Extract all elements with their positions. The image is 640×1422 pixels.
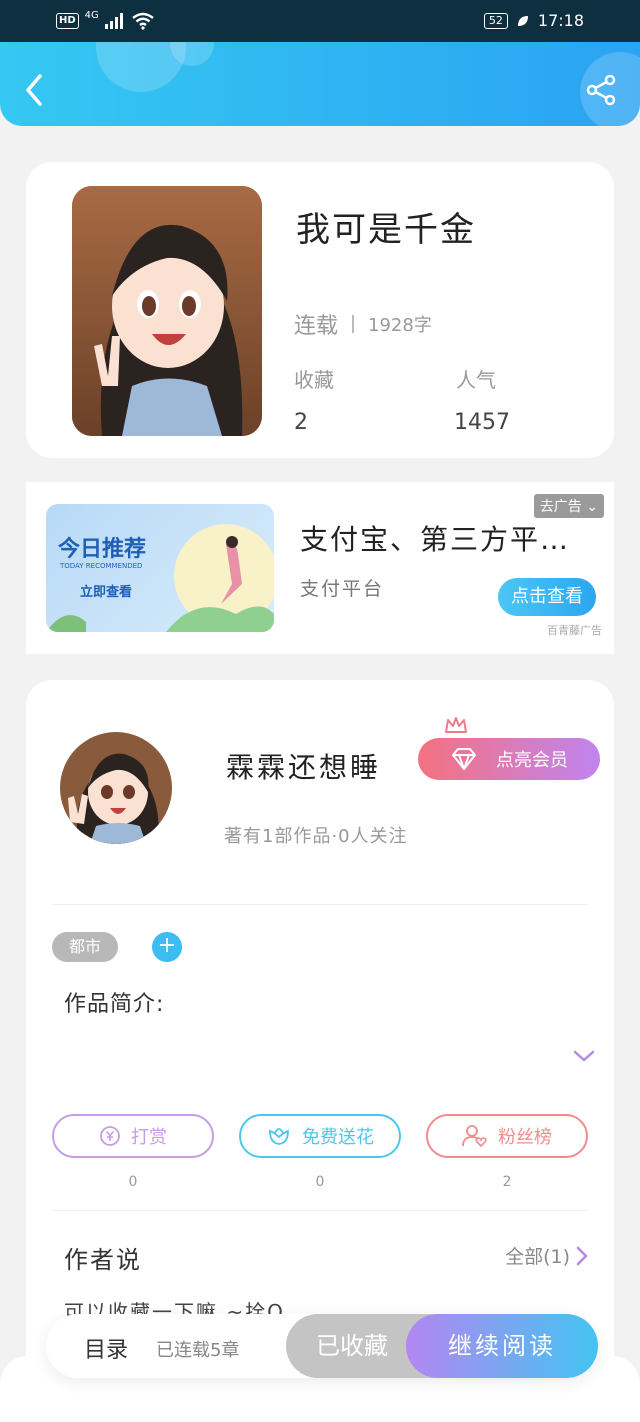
ad-title: 支付宝、第三方平… bbox=[300, 523, 570, 556]
status-bar: HD 4G 52 17:18 bbox=[0, 0, 640, 42]
popularity-value: 1457 bbox=[454, 410, 510, 435]
avatar-illustration bbox=[60, 732, 172, 844]
author-works-info: 著有1部作品·0人关注 bbox=[224, 826, 408, 847]
tip-label: 打赏 bbox=[131, 1127, 167, 1148]
ad-image-subtitle: TODAY RECOMMENDED bbox=[59, 562, 142, 570]
category-tag[interactable]: 都市 bbox=[52, 932, 118, 962]
fan-ranking-label: 粉丝榜 bbox=[498, 1127, 552, 1148]
separator bbox=[352, 315, 355, 333]
book-title: 我可是千金 bbox=[296, 210, 476, 250]
chapter-count: 已连载5章 bbox=[156, 1340, 240, 1361]
remove-ad-label: 去广告 bbox=[539, 499, 582, 515]
all-comments-label: 全部(1) bbox=[505, 1246, 570, 1268]
serial-status: 连载 bbox=[294, 314, 339, 339]
ad-source: 百青藤广告 bbox=[547, 624, 602, 637]
signal-icon bbox=[104, 13, 123, 29]
leaf-icon bbox=[517, 15, 528, 26]
intro-label: 作品简介: bbox=[64, 992, 165, 1017]
crown-icon bbox=[445, 717, 467, 733]
vip-button[interactable]: 点亮会员 bbox=[418, 738, 600, 780]
wifi-icon bbox=[132, 12, 154, 30]
favorites-label: 收藏 bbox=[294, 368, 334, 392]
book-status-row: 连载 1928字 bbox=[294, 308, 432, 340]
word-count: 1928字 bbox=[368, 315, 432, 336]
send-flower-label: 免费送花 bbox=[302, 1127, 374, 1148]
vip-label: 点亮会员 bbox=[496, 750, 568, 771]
ad-view-button[interactable]: 点击查看 bbox=[498, 578, 596, 616]
chevron-down-icon: ⌄ bbox=[586, 499, 598, 515]
ad-subtitle: 支付平台 bbox=[300, 578, 385, 600]
bottom-action-bar: 目录 已连载5章 已收藏 继续阅读 bbox=[46, 1314, 598, 1378]
yen-coin-icon bbox=[100, 1126, 120, 1146]
chevron-left-icon bbox=[26, 74, 42, 106]
divider bbox=[52, 904, 588, 905]
tip-count: 0 bbox=[128, 1174, 138, 1190]
favorites-value: 2 bbox=[294, 410, 308, 435]
back-button[interactable] bbox=[20, 72, 50, 108]
tip-button[interactable]: 打赏 bbox=[52, 1114, 214, 1158]
chevron-right-icon bbox=[576, 1246, 588, 1265]
flower-icon bbox=[269, 1128, 289, 1145]
share-icon bbox=[586, 74, 616, 106]
catalog-button[interactable]: 目录 bbox=[84, 1332, 128, 1364]
author-says-all-link[interactable]: 全部(1) bbox=[505, 1242, 588, 1269]
cover-illustration bbox=[72, 186, 262, 436]
book-cover[interactable] bbox=[72, 186, 262, 436]
author-says-title: 作者说 bbox=[64, 1246, 142, 1274]
share-button[interactable] bbox=[586, 74, 618, 106]
divider bbox=[52, 1210, 588, 1211]
chevron-down-icon bbox=[573, 1050, 595, 1062]
ad-banner[interactable]: 今日推荐 TODAY RECOMMENDED 立即查看 支付宝、第三方平… 支付… bbox=[26, 482, 614, 654]
ad-illustration: 今日推荐 TODAY RECOMMENDED 立即查看 bbox=[46, 524, 274, 632]
ad-image-title: 今日推荐 bbox=[58, 536, 146, 562]
expand-intro-button[interactable] bbox=[572, 1048, 596, 1067]
author-avatar[interactable] bbox=[60, 732, 172, 844]
battery-level: 52 bbox=[483, 12, 508, 29]
popularity-label: 人气 bbox=[456, 368, 496, 392]
diamond-icon bbox=[452, 748, 476, 770]
remove-ad-button[interactable]: 去广告 ⌄ bbox=[533, 494, 604, 518]
hd-indicator: HD bbox=[56, 13, 79, 29]
send-flower-button[interactable]: 免费送花 bbox=[239, 1114, 401, 1158]
top-header bbox=[0, 42, 640, 126]
clock: 17:18 bbox=[537, 11, 584, 30]
add-tag-button[interactable]: + bbox=[152, 932, 182, 962]
book-info-card: 我可是千金 连载 1928字 收藏 人气 2 1457 bbox=[26, 162, 614, 458]
user-heart-icon bbox=[462, 1125, 487, 1148]
fan-count: 2 bbox=[502, 1174, 512, 1190]
flower-count: 0 bbox=[315, 1174, 325, 1190]
author-name: 霖霖还想睡 bbox=[226, 751, 382, 784]
continue-reading-button[interactable]: 继续阅读 bbox=[406, 1314, 598, 1378]
ad-image-button: 立即查看 bbox=[80, 584, 132, 600]
ad-image: 今日推荐 TODAY RECOMMENDED 立即查看 bbox=[46, 504, 274, 632]
fan-ranking-button[interactable]: 粉丝榜 bbox=[426, 1114, 588, 1158]
network-type: 4G bbox=[84, 9, 99, 21]
details-card: 霖霖还想睡 点亮会员 著有1部作品·0人关注 都市 + 作品简介: 打赏 免费送… bbox=[26, 680, 614, 1422]
